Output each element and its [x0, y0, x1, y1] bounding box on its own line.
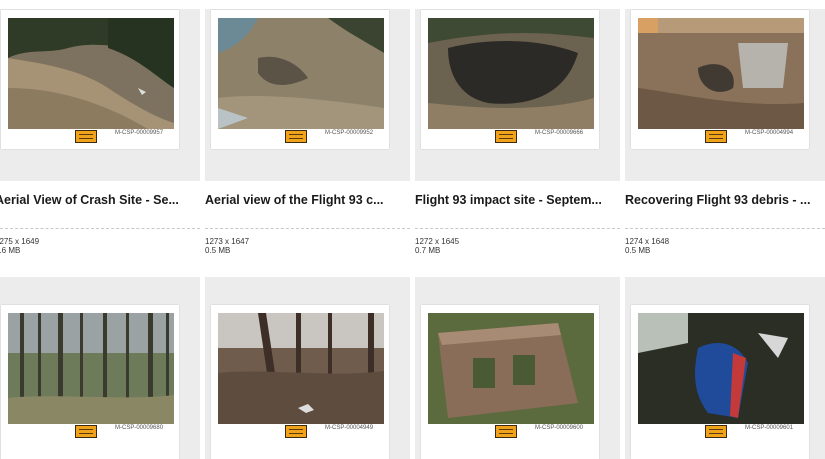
item-filesize: 0.5 MB — [625, 246, 651, 255]
photo-print: M-CSP-00009680 — [1, 305, 179, 459]
photo-print: M-CSP-00004949 — [211, 305, 389, 459]
divider — [625, 228, 825, 229]
divider — [205, 228, 410, 229]
photo-print: M-CSP-00009957 — [1, 10, 179, 149]
thumbnail-frame[interactable]: M-CSP-00009680 — [0, 277, 200, 459]
photo-print: M-CSP-00004994 — [631, 10, 809, 149]
photo-code: M-CSP-00004949 — [325, 425, 374, 431]
photo-code: M-CSP-00009601 — [745, 425, 794, 431]
photo-aerial-crash-site — [8, 18, 174, 129]
photo-woods-debris — [218, 313, 384, 424]
divider — [0, 228, 200, 229]
evidence-stamp-logo — [285, 425, 307, 438]
photo-recovering-debris — [638, 18, 804, 129]
evidence-stamp-logo — [705, 425, 727, 438]
photo-fuselage-wreckage — [428, 313, 594, 424]
thumbnail-frame[interactable]: M-CSP-00004949 — [205, 277, 410, 459]
item-filesize: 0.7 MB — [415, 246, 441, 255]
evidence-stamp-logo — [495, 425, 517, 438]
item-title[interactable]: Flight 93 impact site - Septem... — [415, 193, 620, 207]
evidence-stamp-logo — [75, 425, 97, 438]
photo-debris-blue-red — [638, 313, 804, 424]
photo-code: M-CSP-00009666 — [535, 130, 584, 136]
photo-print: M-CSP-00009601 — [631, 305, 809, 459]
photo-aerial-flight-93 — [218, 18, 384, 129]
item-filesize: 0.6 MB — [0, 246, 21, 255]
photo-code: M-CSP-00004994 — [745, 130, 794, 136]
evidence-stamp-logo — [285, 130, 307, 143]
item-dimensions: 1274 x 1648 — [625, 237, 670, 246]
evidence-stamp-logo — [705, 130, 727, 143]
item-title[interactable]: Recovering Flight 93 debris - ... — [625, 193, 825, 207]
photo-print: M-CSP-00009600 — [421, 305, 599, 459]
thumbnail-frame[interactable]: M-CSP-00009957 — [0, 9, 200, 181]
photo-code: M-CSP-00009952 — [325, 130, 374, 136]
photo-code: M-CSP-00009600 — [535, 425, 584, 431]
thumbnail-frame[interactable]: M-CSP-00004994 — [625, 9, 825, 181]
item-dimensions: 1273 x 1647 — [205, 237, 250, 246]
evidence-stamp-logo — [75, 130, 97, 143]
item-dimensions: 1272 x 1645 — [415, 237, 460, 246]
photo-print: M-CSP-00009666 — [421, 10, 599, 149]
item-title[interactable]: Aerial View of Crash Site - Se... — [0, 193, 200, 207]
photo-forest-trees — [8, 313, 174, 424]
item-title[interactable]: Aerial view of the Flight 93 c... — [205, 193, 410, 207]
item-filesize: 0.5 MB — [205, 246, 231, 255]
item-dimensions: 1275 x 1649 — [0, 237, 40, 246]
photo-code: M-CSP-00009680 — [115, 425, 164, 431]
photo-code: M-CSP-00009957 — [115, 130, 164, 136]
evidence-stamp-logo — [495, 130, 517, 143]
thumbnail-frame[interactable]: M-CSP-00009666 — [415, 9, 620, 181]
photo-impact-site — [428, 18, 594, 129]
thumbnail-frame[interactable]: M-CSP-00009952 — [205, 9, 410, 181]
photo-print: M-CSP-00009952 — [211, 10, 389, 149]
thumbnail-frame[interactable]: M-CSP-00009600 — [415, 277, 620, 459]
divider — [415, 228, 620, 229]
thumbnail-frame[interactable]: M-CSP-00009601 — [625, 277, 825, 459]
